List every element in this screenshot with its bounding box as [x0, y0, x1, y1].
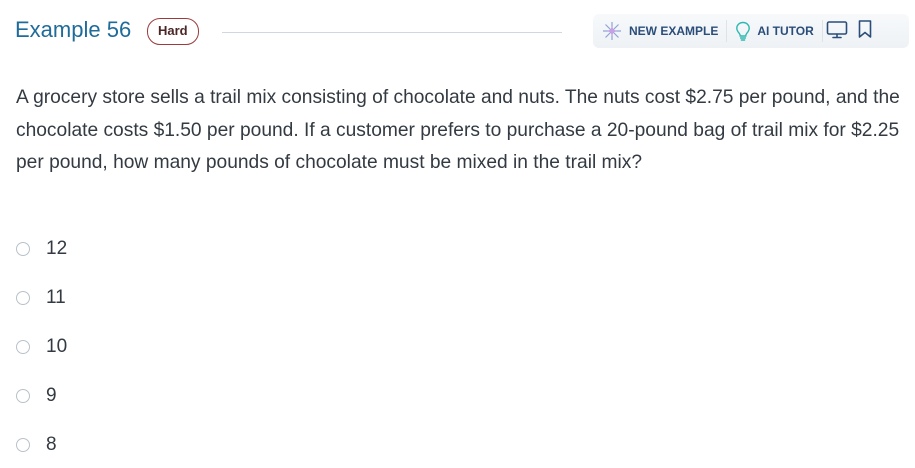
new-example-button[interactable]: NEW EXAMPLE [593, 14, 726, 48]
answer-option[interactable]: 9 [16, 379, 57, 413]
difficulty-badge: Hard [147, 18, 199, 45]
option-label: 12 [46, 238, 68, 259]
ai-tutor-button[interactable]: AI TUTOR [727, 14, 821, 48]
example-header: Example 56 Hard NEW EXAMPLE AI TUTOR [0, 0, 915, 64]
answer-option[interactable]: 8 [16, 428, 57, 462]
sparkle-icon [601, 21, 623, 41]
radio-button[interactable] [16, 389, 30, 403]
new-example-label: NEW EXAMPLE [629, 24, 719, 38]
bookmark-button[interactable] [851, 14, 879, 48]
option-label: 10 [46, 336, 68, 357]
option-label: 11 [46, 287, 66, 308]
radio-button[interactable] [16, 291, 30, 305]
header-divider [222, 32, 562, 33]
answer-option[interactable]: 11 [16, 281, 66, 315]
whiteboard-button[interactable] [823, 14, 851, 48]
option-label: 9 [46, 385, 57, 406]
radio-button[interactable] [16, 242, 30, 256]
radio-button[interactable] [16, 438, 30, 452]
question-text: A grocery store sells a trail mix consis… [16, 87, 900, 174]
radio-button[interactable] [16, 340, 30, 354]
bookmark-icon [857, 19, 873, 44]
lightbulb-icon [735, 21, 751, 41]
option-label: 8 [46, 434, 57, 455]
answer-option[interactable]: 12 [16, 232, 67, 266]
ai-tutor-label: AI TUTOR [757, 24, 814, 38]
monitor-icon [826, 19, 848, 44]
example-title: Example 56 [15, 17, 132, 42]
example-toolbar: NEW EXAMPLE AI TUTOR [593, 14, 909, 48]
answer-option[interactable]: 10 [16, 330, 67, 364]
